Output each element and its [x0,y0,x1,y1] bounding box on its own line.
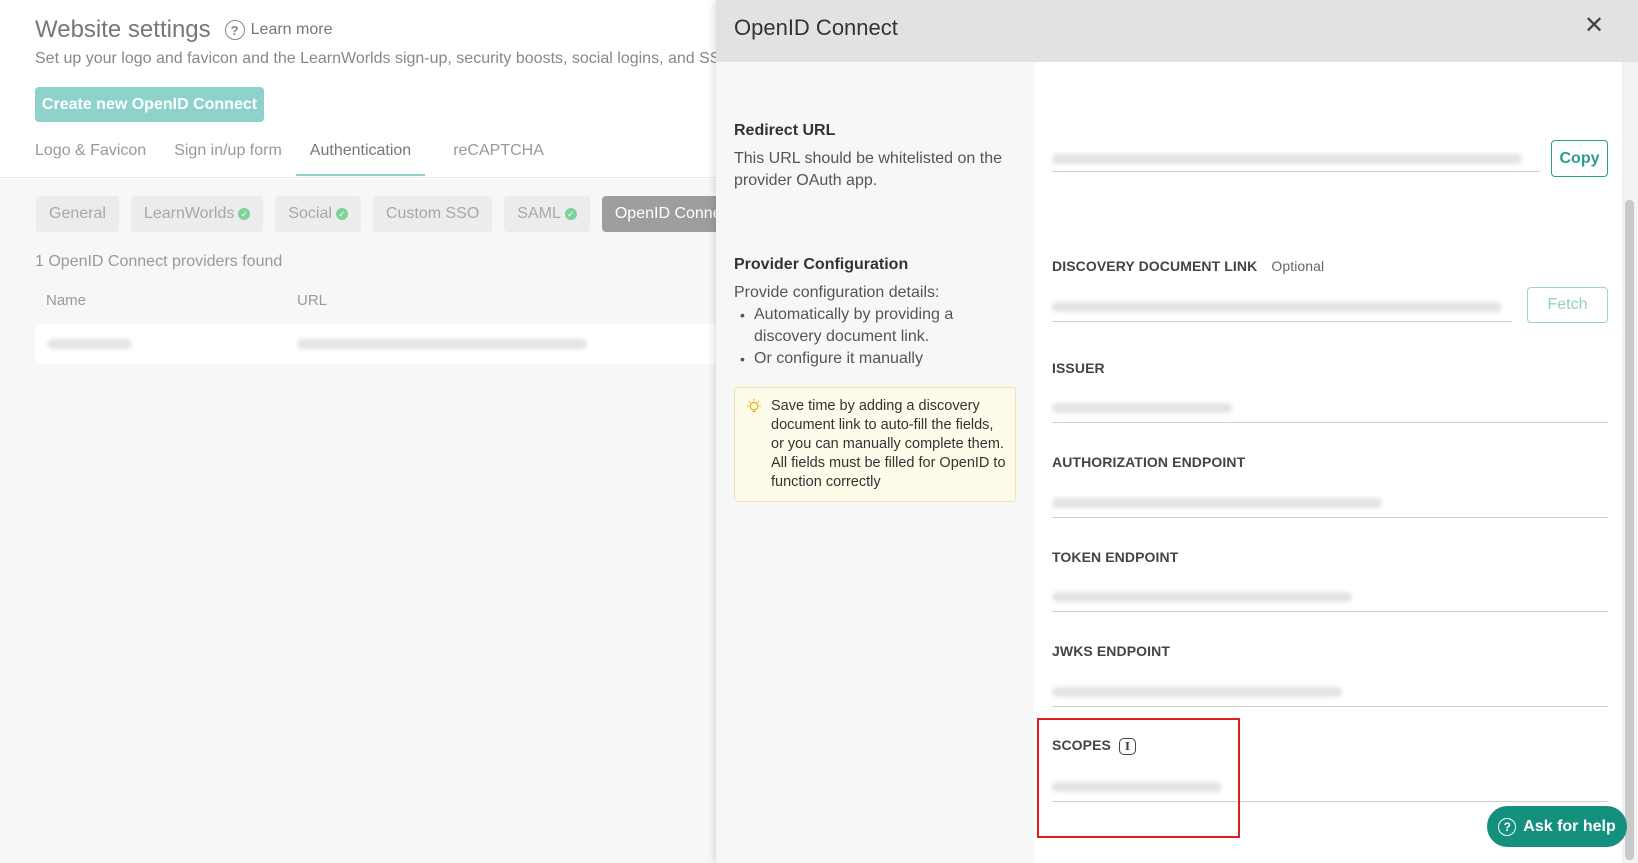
copy-button[interactable]: Copy [1551,140,1608,177]
blurred-name [47,339,132,349]
pill-label: LearnWorlds [143,205,235,222]
authorization-endpoint-input[interactable] [1052,488,1608,518]
tab-authentication[interactable]: Authentication [295,140,426,176]
create-openid-button[interactable]: Create new OpenID Connect [35,87,264,122]
highlight-box [1037,718,1240,838]
lightbulb-icon [747,398,761,413]
blurred-url [297,339,587,349]
jwks-endpoint-input[interactable] [1052,677,1608,707]
pill-label: OpenID Conne [614,205,722,222]
discovery-document-label: DISCOVERY DOCUMENT LINK Optional [1052,258,1324,274]
blurred-authorization-endpoint [1052,498,1382,508]
learn-more-link[interactable]: ? Learn more [224,20,333,40]
settings-tabs: Logo & Favicon Sign in/up form Authentic… [35,140,572,176]
token-endpoint-label: TOKEN ENDPOINT [1052,549,1179,565]
providers-found-text: 1 OpenID Connect providers found [35,253,283,270]
provider-config-intro: Provide configuration details: [734,284,940,301]
table-row[interactable] [35,324,715,364]
learn-more-label: Learn more [250,21,333,38]
ask-for-help-label: Ask for help [1523,817,1616,835]
tab-logo-favicon[interactable]: Logo & Favicon [35,140,146,176]
auth-subtabs: General LearnWorlds ✓ Social ✓ Custom SSO … [36,196,735,232]
redirect-url-title: Redirect URL [734,122,836,139]
check-icon: ✓ [335,208,348,220]
ask-for-help-button[interactable]: ? Ask for help [1487,806,1627,847]
column-header-url: URL [297,292,328,309]
blurred-token-endpoint [1052,592,1352,602]
issuer-input[interactable] [1052,393,1608,423]
tip-text: Save time by adding a discovery document… [771,398,1006,490]
blurred-discovery-link [1052,302,1502,312]
list-item-text: Or configure it manually [754,350,923,367]
panel-title: OpenID Connect [734,15,898,40]
provider-config-title: Provider Configuration [734,256,909,273]
fetch-button[interactable]: Fetch [1527,287,1608,323]
column-header-name: Name [46,292,87,309]
tab-sign-in-up-form[interactable]: Sign in/up form [174,140,282,176]
jwks-endpoint-label: JWKS ENDPOINT [1052,643,1170,659]
provider-config-list: • Automatically by providing a discovery … [734,304,994,370]
help-icon: ? [1498,817,1517,836]
tip-box: Save time by adding a discovery document… [734,387,1016,502]
list-item-text: Automatically by providing a discovery d… [754,306,954,345]
settings-title-row: Website settings ? Learn more [35,16,332,44]
discovery-label-text: DISCOVERY DOCUMENT LINK [1052,258,1258,274]
discovery-document-input[interactable] [1052,292,1512,322]
token-endpoint-input[interactable] [1052,582,1608,612]
blurred-redirect-url [1052,154,1522,164]
blurred-issuer [1052,403,1232,413]
authorization-endpoint-label: AUTHORIZATION ENDPOINT [1052,454,1246,470]
pill-label: Custom SSO [385,205,480,222]
check-icon: ✓ [238,208,251,220]
list-item: • Automatically by providing a discovery … [734,304,994,348]
pill-learnworlds[interactable]: LearnWorlds ✓ [130,196,264,232]
scrollbar-thumb[interactable] [1625,200,1634,860]
pill-general[interactable]: General [36,196,119,232]
page-subtitle: Set up your logo and favicon and the Lea… [35,50,738,67]
tab-recaptcha[interactable]: reCAPTCHA [453,140,544,176]
issuer-label: ISSUER [1052,360,1105,376]
pill-label: SAML [517,205,561,222]
pill-label: Social [288,205,332,222]
pill-social[interactable]: Social ✓ [275,196,361,232]
help-icon: ? [224,20,245,40]
panel-header: OpenID Connect ✕ [716,0,1638,62]
pill-openid-connect[interactable]: OpenID Conne [601,196,735,232]
close-icon[interactable]: ✕ [1582,14,1606,38]
pill-custom-sso[interactable]: Custom SSO [372,196,493,232]
redirect-url-description: This URL should be whitelisted on the pr… [734,150,1002,189]
blurred-jwks-endpoint [1052,687,1342,697]
pill-saml[interactable]: SAML ✓ [504,196,590,232]
pill-label: General [49,205,106,222]
optional-label: Optional [1271,258,1325,274]
list-item: • Or configure it manually [734,348,994,370]
redirect-url-field[interactable] [1052,142,1540,172]
check-icon: ✓ [564,208,577,220]
page-title: Website settings [35,16,211,43]
